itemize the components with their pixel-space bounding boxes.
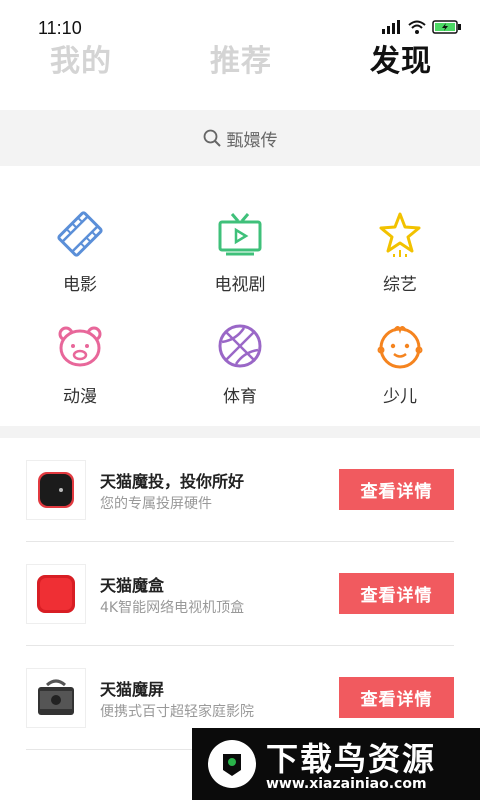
view-details-button[interactable]: 查看详情 xyxy=(339,677,454,718)
search-placeholder: 甄嬛传 xyxy=(226,130,278,151)
star-icon xyxy=(379,212,421,257)
category-sports[interactable]: 体育 xyxy=(170,322,310,407)
search-bar[interactable]: 甄嬛传 xyxy=(0,110,480,166)
category-label: 综艺 xyxy=(383,275,417,295)
product-title: 天猫魔屏 xyxy=(100,680,165,699)
tab-recommend[interactable]: 推荐 xyxy=(210,36,272,80)
product-thumbnail xyxy=(26,668,86,728)
watermark-text: 下载鸟资源 xyxy=(266,740,437,778)
product-thumbnail xyxy=(26,460,86,520)
tab-mine[interactable]: 我的 xyxy=(50,36,112,80)
category-grid: 电影 电视剧 综艺 动漫 体育 少儿 xyxy=(0,166,480,424)
category-tv[interactable]: 电视剧 xyxy=(170,210,310,295)
section-divider xyxy=(0,426,480,438)
portable-projector-image-icon xyxy=(38,679,74,715)
film-icon xyxy=(57,211,103,257)
product-row[interactable]: 天猫魔盒 4K智能网络电视机顶盒 查看详情 xyxy=(26,542,454,646)
product-subtitle: 便携式百寸超轻家庭影院 xyxy=(100,704,254,720)
category-label: 电视剧 xyxy=(214,275,266,295)
category-movie[interactable]: 电影 xyxy=(10,210,150,295)
product-subtitle: 您的专属投屏硬件 xyxy=(100,496,212,512)
search-icon xyxy=(203,129,221,147)
category-anime[interactable]: 动漫 xyxy=(10,322,150,407)
tv-box-image-icon xyxy=(37,575,75,613)
top-tabs: 我的 推荐 发现 xyxy=(0,30,480,90)
product-title: 天猫魔投，投你所好 xyxy=(100,472,245,491)
watermark-url: www.xiazainiao.com xyxy=(266,776,427,792)
view-details-button[interactable]: 查看详情 xyxy=(339,573,454,614)
tab-discover[interactable]: 发现 xyxy=(370,36,432,80)
product-row[interactable]: 天猫魔投，投你所好 您的专属投屏硬件 查看详情 xyxy=(26,438,454,542)
category-label: 电影 xyxy=(63,275,97,295)
category-variety[interactable]: 综艺 xyxy=(330,210,470,295)
category-label: 动漫 xyxy=(63,387,97,407)
product-title: 天猫魔盒 xyxy=(100,576,165,595)
basketball-icon xyxy=(218,324,262,368)
bird-logo-icon xyxy=(208,740,256,788)
category-kids[interactable]: 少儿 xyxy=(330,322,470,407)
product-thumbnail xyxy=(26,564,86,624)
category-label: 少儿 xyxy=(383,387,417,407)
child-face-icon xyxy=(377,326,423,369)
category-label: 体育 xyxy=(223,387,257,407)
projector-image-icon xyxy=(38,472,74,508)
product-subtitle: 4K智能网络电视机顶盒 xyxy=(100,600,245,616)
watermark: 下载鸟资源 www.xiazainiao.com xyxy=(192,728,480,800)
view-details-button[interactable]: 查看详情 xyxy=(339,469,454,510)
tv-icon xyxy=(218,213,262,256)
bear-icon xyxy=(58,326,102,367)
